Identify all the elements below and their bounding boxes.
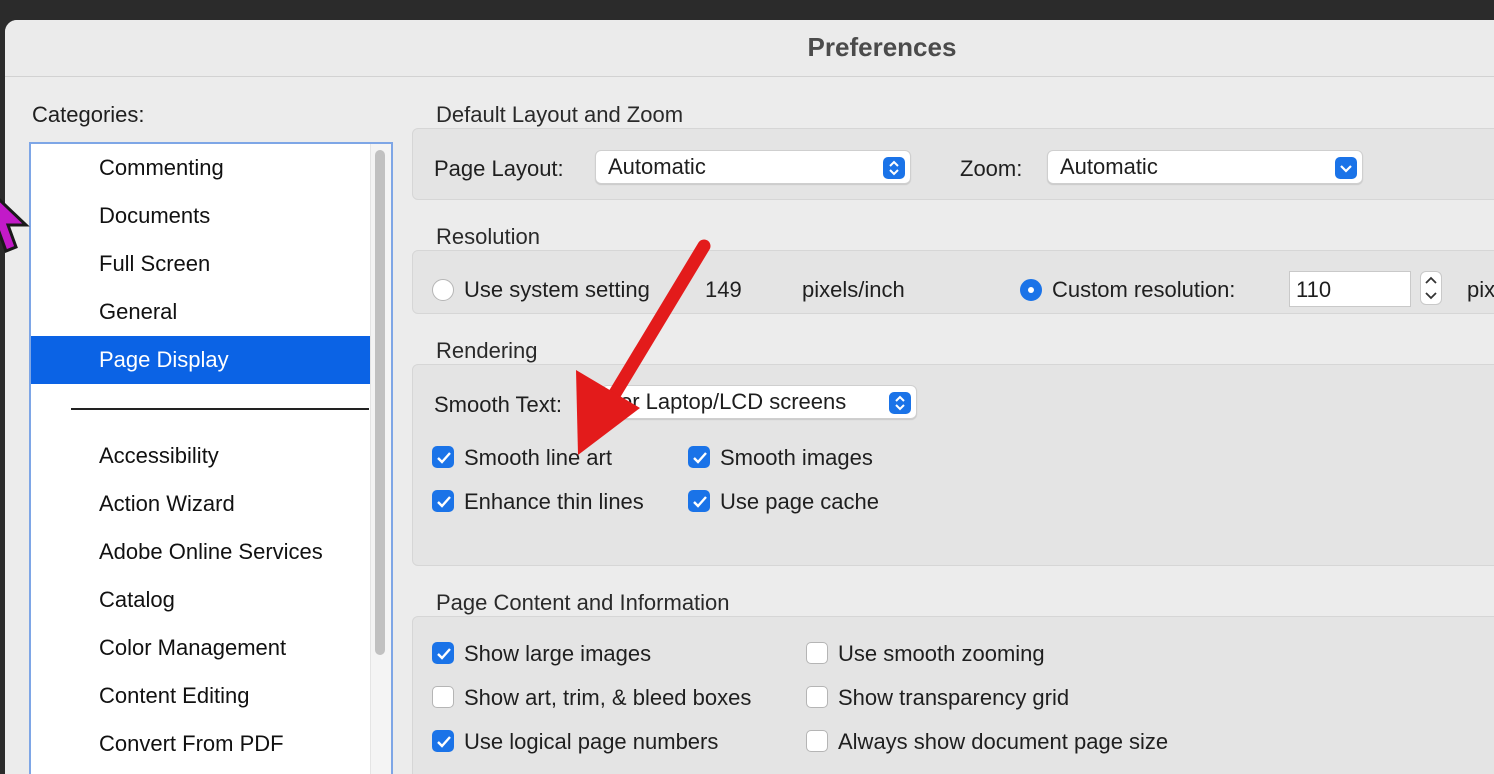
category-label: Commenting: [99, 155, 224, 180]
category-label: Documents: [99, 203, 211, 228]
show-art-trim-bleed-checkbox[interactable]: [432, 686, 454, 708]
checkmark-icon: [437, 452, 451, 464]
zoom-value: Automatic: [1060, 154, 1158, 179]
category-label: Content Editing: [99, 683, 250, 708]
page-layout-label: Page Layout:: [434, 156, 564, 181]
up-down-chevron-icon: [889, 392, 911, 414]
resolution-title: Resolution: [436, 224, 540, 249]
preferences-window: Preferences Categories: Commenting Docum…: [5, 20, 1494, 774]
category-adobe-online-services[interactable]: Adobe Online Services: [31, 528, 370, 576]
checkmark-icon: [437, 736, 451, 748]
up-down-chevron-icon: [1425, 276, 1437, 300]
zoom-label: Zoom:: [960, 156, 1023, 181]
categories-label: Categories:: [32, 102, 145, 127]
category-label: Accessibility: [99, 443, 219, 468]
use-smooth-zooming-checkbox[interactable]: [806, 642, 828, 664]
category-label: Action Wizard: [99, 491, 235, 516]
system-setting-label: Use system setting: [464, 277, 650, 302]
smooth-line-art-label: Smooth line art: [464, 445, 612, 470]
system-setting-radio[interactable]: [432, 279, 454, 301]
use-page-cache-label: Use page cache: [720, 489, 879, 514]
system-resolution-value: 149: [705, 277, 742, 302]
smooth-line-art-checkbox[interactable]: [432, 446, 454, 468]
category-page-display[interactable]: Page Display: [31, 336, 370, 384]
show-art-trim-bleed-label: Show art, trim, & bleed boxes: [464, 685, 752, 710]
zoom-popup[interactable]: Automatic: [1047, 150, 1363, 184]
category-general[interactable]: General: [31, 288, 370, 336]
checkmark-icon: [437, 496, 451, 508]
custom-resolution-label: Custom resolution:: [1052, 277, 1236, 302]
category-label: Adobe Online Services: [99, 539, 323, 564]
page-layout-value: Automatic: [608, 154, 706, 179]
checkmark-icon: [693, 452, 707, 464]
category-label: Color Management: [99, 635, 287, 660]
custom-resolution-unit: pix: [1467, 277, 1494, 302]
smooth-text-popup[interactable]: or Laptop/LCD screens: [601, 385, 917, 419]
checkmark-icon: [693, 496, 707, 508]
layout-zoom-title: Default Layout and Zoom: [436, 102, 684, 127]
category-label: Convert From PDF: [99, 731, 284, 756]
show-large-images-checkbox[interactable]: [432, 642, 454, 664]
category-label: Page Display: [99, 347, 229, 372]
window-title: Preferences: [807, 32, 957, 62]
always-show-page-size-label: Always show document page size: [838, 729, 1169, 754]
custom-resolution-value: 110: [1296, 277, 1332, 302]
title-bar: Preferences: [5, 20, 1494, 77]
category-commenting[interactable]: Commenting: [31, 144, 370, 192]
up-down-chevron-icon: [883, 157, 905, 179]
smooth-text-label: Smooth Text:: [434, 392, 562, 417]
categories-scrollbar-thumb[interactable]: [375, 150, 385, 655]
page-layout-popup[interactable]: Automatic: [595, 150, 911, 184]
category-color-management[interactable]: Color Management: [31, 624, 370, 672]
category-accessibility[interactable]: Accessibility: [31, 432, 370, 480]
use-logical-page-numbers-checkbox[interactable]: [432, 730, 454, 752]
checkmark-icon: [437, 648, 451, 660]
enhance-thin-lines-label: Enhance thin lines: [464, 489, 644, 514]
chevron-down-icon: [1335, 157, 1357, 179]
page-content-title: Page Content and Information: [436, 590, 730, 615]
rendering-title: Rendering: [436, 338, 538, 363]
use-smooth-zooming-label: Use smooth zooming: [838, 641, 1045, 666]
system-resolution-unit: pixels/inch: [802, 277, 905, 302]
smooth-images-label: Smooth images: [720, 445, 873, 470]
use-page-cache-checkbox[interactable]: [688, 490, 710, 512]
smooth-text-value: or Laptop/LCD screens: [620, 389, 847, 414]
smooth-images-checkbox[interactable]: [688, 446, 710, 468]
custom-resolution-input[interactable]: 110: [1289, 271, 1411, 307]
categories-list[interactable]: Commenting Documents Full Screen General…: [29, 142, 393, 774]
use-logical-page-numbers-label: Use logical page numbers: [464, 729, 719, 754]
category-convert-from-pdf[interactable]: Convert From PDF: [31, 720, 370, 768]
category-label: General: [99, 299, 178, 324]
enhance-thin-lines-checkbox[interactable]: [432, 490, 454, 512]
resolution-stepper[interactable]: [1420, 271, 1442, 305]
show-transparency-grid-label: Show transparency grid: [838, 685, 1070, 710]
category-full-screen[interactable]: Full Screen: [31, 240, 370, 288]
category-content-editing[interactable]: Content Editing: [31, 672, 370, 720]
mouse-pointer-icon: [0, 198, 30, 253]
show-transparency-grid-checkbox[interactable]: [806, 686, 828, 708]
category-action-wizard[interactable]: Action Wizard: [31, 480, 370, 528]
show-large-images-label: Show large images: [464, 641, 652, 666]
always-show-page-size-checkbox[interactable]: [806, 730, 828, 752]
category-label: Full Screen: [99, 251, 211, 276]
category-catalog[interactable]: Catalog: [31, 576, 370, 624]
category-separator: [71, 408, 369, 410]
category-label: Catalog: [99, 587, 175, 612]
category-documents[interactable]: Documents: [31, 192, 370, 240]
custom-resolution-radio[interactable]: [1020, 279, 1042, 301]
